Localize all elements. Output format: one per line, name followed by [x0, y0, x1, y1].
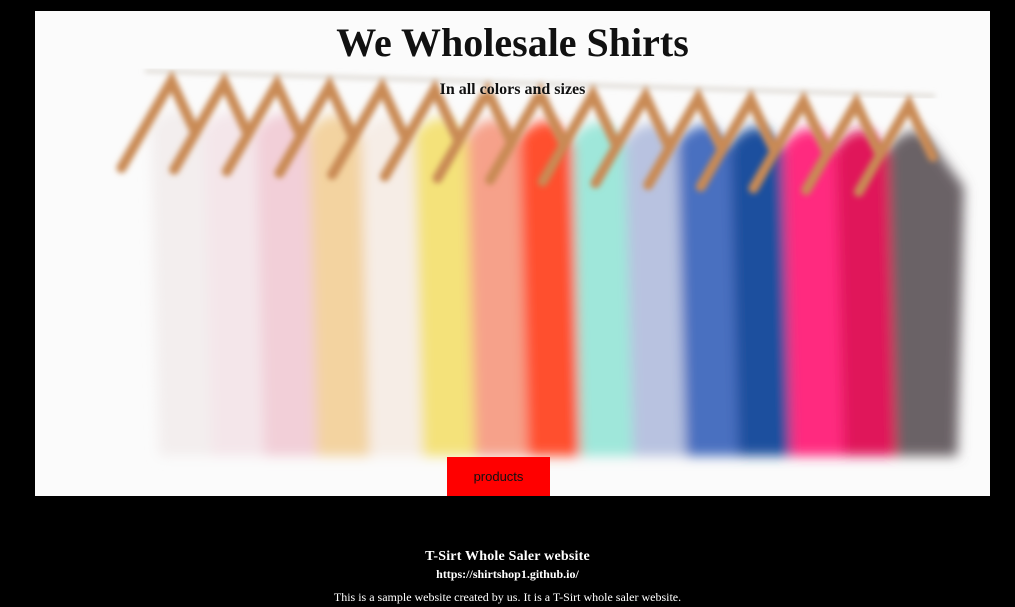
- footer-title: T-Sirt Whole Saler website: [425, 549, 590, 564]
- footer-site-link[interactable]: https://shirtshop1.github.io/: [436, 567, 579, 581]
- products-button[interactable]: products: [447, 457, 550, 496]
- hero-banner: We Wholesale Shirts In all colors and si…: [35, 11, 990, 496]
- hero-title: We Wholesale Shirts: [336, 20, 689, 65]
- shirt-shape: [888, 131, 964, 456]
- footer-description: This is a sample website created by us. …: [333, 590, 682, 604]
- footer: T-Sirt Whole Saler website https://shirt…: [0, 548, 1015, 604]
- hero-subtitle: In all colors and sizes: [439, 81, 586, 98]
